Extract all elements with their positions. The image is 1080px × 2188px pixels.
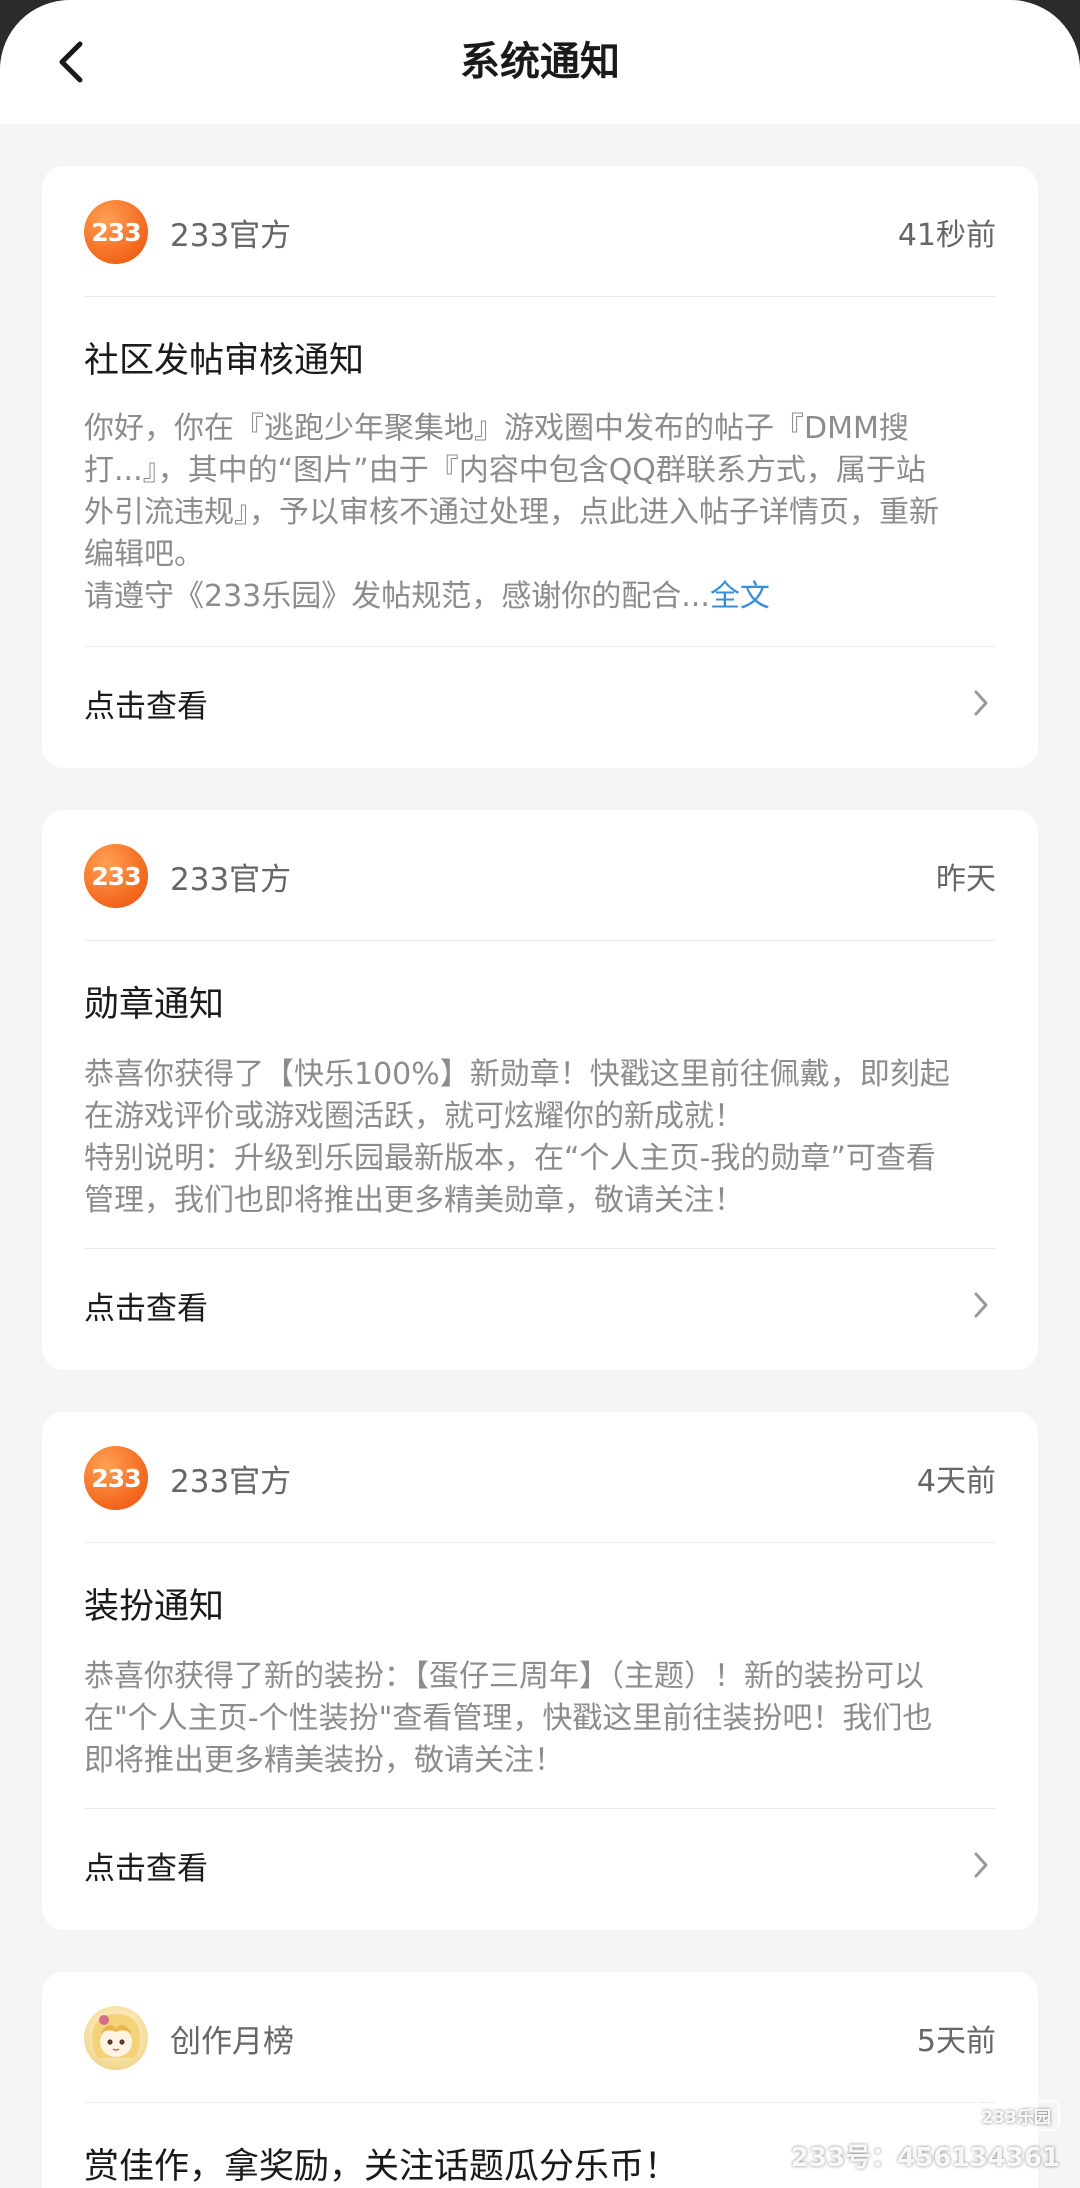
body-line: 恭喜你获得了【快乐100%】新勋章！快戳这里前往佩戴，即刻起: [84, 1057, 950, 1092]
timestamp: 4天前: [916, 1464, 996, 1499]
body-line: 打...』，其中的“图片”由于『内容中包含QQ群联系方式，属于站: [84, 453, 926, 488]
card-header: 233 233官方 41秒前: [84, 200, 996, 264]
notification-title: 勋章通知: [84, 985, 225, 1025]
watermark-logo: 233乐园: [972, 2100, 1060, 2131]
chevron-right-icon: [966, 1290, 996, 1320]
divider: [84, 1808, 996, 1809]
card-header: 233 233官方 4天前: [84, 1446, 996, 1510]
notification-title: 装扮通知: [84, 1587, 225, 1627]
body-line: 管理，我们也即将推出更多精美勋章，敬请关注！: [84, 1183, 744, 1218]
divider: [84, 1542, 996, 1543]
body-line: 特别说明：升级到乐园最新版本，在“个人主页-我的勋章”可查看: [84, 1141, 936, 1176]
sender-name: 233官方: [170, 217, 292, 254]
view-details-row[interactable]: 点击查看: [84, 1835, 996, 1895]
body-line: 在"个人主页-个性装扮"查看管理，快戳这里前往装扮吧！我们也: [84, 1701, 933, 1736]
anime-character-icon: [92, 2014, 140, 2058]
view-details-label: 点击查看: [84, 1290, 208, 1327]
body-line: 你好，你在『逃跑少年聚集地』游戏圈中发布的帖子『DMM搜: [84, 411, 909, 446]
view-details-row[interactable]: 点击查看: [84, 673, 996, 733]
view-details-label: 点击查看: [84, 688, 208, 725]
notification-body: 恭喜你获得了【快乐100%】新勋章！快戳这里前往佩戴，即刻起 在游戏评价或游戏圈…: [84, 1054, 996, 1222]
card-header: 创作月榜 5天前: [84, 2006, 996, 2070]
character-avatar: [84, 2006, 148, 2070]
card-header: 233 233官方 昨天: [84, 844, 996, 908]
body-line: 外引流违规』，予以审核不通过处理，点此进入帖子详情页，重新: [84, 495, 939, 530]
notification-body: 恭喜你获得了新的装扮：【蛋仔三周年】（主题）！新的装扮可以 在"个人主页-个性装…: [84, 1656, 996, 1782]
body-line: 编辑吧。: [84, 537, 204, 572]
body-line: 恭喜你获得了新的装扮：【蛋仔三周年】（主题）！新的装扮可以: [84, 1659, 924, 1694]
full-text-link[interactable]: 全文: [710, 579, 770, 614]
official-233-avatar: 233: [84, 844, 148, 908]
chevron-right-icon: [966, 1850, 996, 1880]
timestamp: 41秒前: [897, 218, 996, 253]
body-line: 即将推出更多精美装扮，敬请关注！: [84, 1743, 564, 1778]
notification-card-badge[interactable]: 233 233官方 昨天 勋章通知 恭喜你获得了【快乐100%】新勋章！快戳这里…: [42, 810, 1038, 1370]
sender-name: 233官方: [170, 1463, 292, 1500]
divider: [84, 940, 996, 941]
notification-card-review[interactable]: 233 233官方 41秒前 社区发帖审核通知 你好，你在『逃跑少年聚集地』游戏…: [42, 166, 1038, 768]
watermark: 233乐园 233号：456134361: [791, 2100, 1060, 2174]
divider: [84, 296, 996, 297]
notification-title: 社区发帖审核通知: [84, 341, 365, 381]
divider: [84, 1248, 996, 1249]
official-233-avatar: 233: [84, 1446, 148, 1510]
sender-name: 创作月榜: [170, 2023, 294, 2060]
notification-screen: 系统通知 233 233官方 41秒前 社区发帖审核通知 你好，你在『逃跑少年聚…: [0, 0, 1080, 2188]
body-line-text: 请遵守《233乐园》发帖规范，感谢你的配合...: [84, 579, 710, 614]
divider: [84, 646, 996, 647]
official-233-avatar: 233: [84, 200, 148, 264]
notification-body: 你好，你在『逃跑少年聚集地』游戏圈中发布的帖子『DMM搜 打...』，其中的“图…: [84, 408, 996, 618]
body-line: 在游戏评价或游戏圈活跃，就可炫耀你的新成就！: [84, 1099, 744, 1134]
sender-name: 233官方: [170, 861, 292, 898]
body-line-with-more: 请遵守《233乐园》发帖规范，感谢你的配合...全文: [84, 576, 996, 618]
header-bar: 系统通知: [0, 0, 1080, 124]
chevron-right-icon: [966, 688, 996, 718]
view-details-label: 点击查看: [84, 1850, 208, 1887]
watermark-user-id: 233号：456134361: [790, 2143, 1060, 2173]
timestamp: 5天前: [916, 2024, 996, 2059]
page-title: 系统通知: [460, 39, 620, 85]
notification-card-outfit[interactable]: 233 233官方 4天前 装扮通知 恭喜你获得了新的装扮：【蛋仔三周年】（主题…: [42, 1412, 1038, 1930]
timestamp: 昨天: [936, 862, 996, 897]
view-details-row[interactable]: 点击查看: [84, 1275, 996, 1335]
